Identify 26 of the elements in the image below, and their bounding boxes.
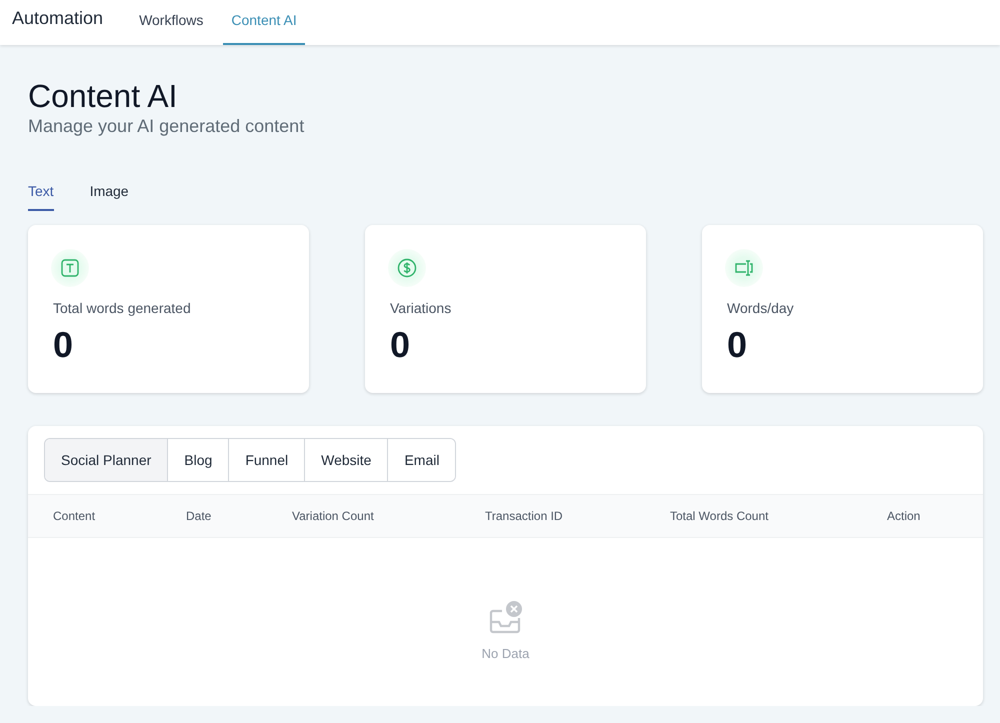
page-subtitle: Manage your AI generated content	[28, 116, 306, 138]
nav-tab[interactable]: Workflows	[131, 0, 212, 45]
content-tab[interactable]: Text	[28, 183, 54, 212]
stat-value: 0	[727, 324, 748, 366]
dollar-icon	[397, 258, 417, 278]
column-header: Transaction ID	[485, 509, 564, 524]
app-title: Automation	[12, 8, 104, 29]
stat-value: 0	[390, 324, 412, 366]
segment-button[interactable]: Email	[387, 439, 456, 482]
stat-label: Variations	[390, 300, 452, 316]
empty-inbox-icon	[488, 600, 524, 636]
nav-tab[interactable]: Content AI	[223, 0, 305, 45]
column-header: Action	[887, 509, 922, 524]
page-title: Content AI	[28, 79, 178, 114]
segment-button[interactable]: Social Planner	[45, 439, 168, 482]
text-cursor-icon	[733, 258, 755, 278]
content-tab[interactable]: Image	[90, 183, 129, 212]
column-header: Variation Count	[292, 509, 375, 524]
stat-value: 0	[53, 324, 74, 366]
column-header: Total Words Count	[670, 509, 770, 524]
empty-message: No Data	[482, 646, 530, 661]
stat-label: Total words generated	[53, 300, 192, 316]
stat-label: Words/day	[727, 300, 795, 316]
text-icon	[60, 258, 80, 278]
column-header: Date	[186, 509, 212, 524]
column-header: Content	[53, 509, 96, 524]
